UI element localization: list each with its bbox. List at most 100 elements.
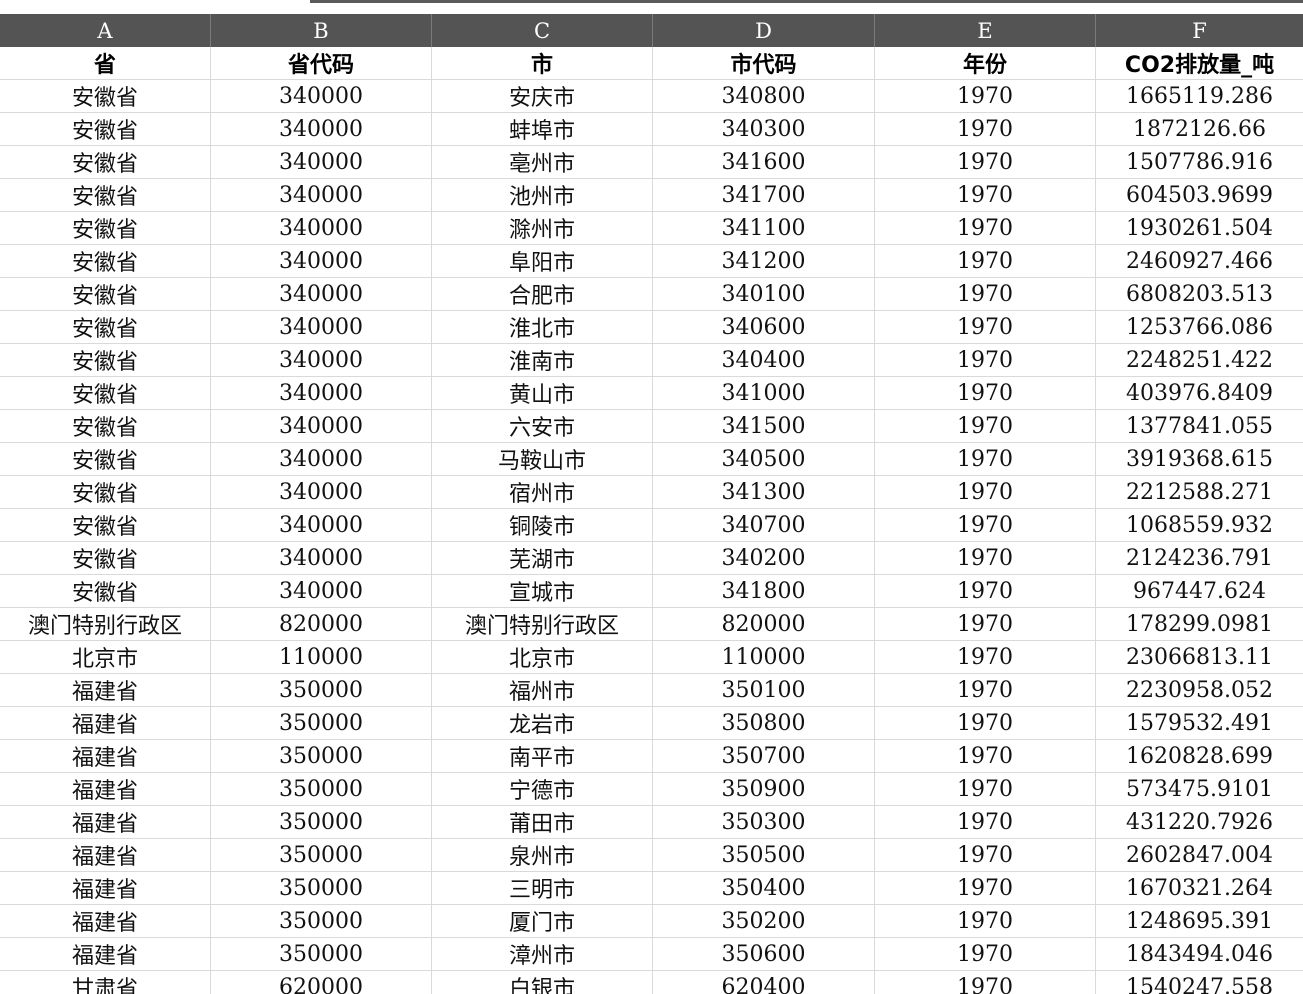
cell-year[interactable]: 1970 bbox=[875, 344, 1096, 376]
cell-city[interactable]: 宁德市 bbox=[432, 773, 653, 805]
cell-co2[interactable]: 2248251.422 bbox=[1096, 344, 1303, 376]
cell-year[interactable]: 1970 bbox=[875, 740, 1096, 772]
cell-city[interactable]: 白银市 bbox=[432, 971, 653, 994]
cell-province[interactable]: 甘肃省 bbox=[0, 971, 211, 994]
cell-city-code[interactable]: 350100 bbox=[653, 674, 875, 706]
cell-province-code[interactable]: 340000 bbox=[211, 509, 432, 541]
cell-year[interactable]: 1970 bbox=[875, 707, 1096, 739]
cell-city[interactable]: 滁州市 bbox=[432, 212, 653, 244]
cell-province-code[interactable]: 350000 bbox=[211, 674, 432, 706]
cell-year[interactable]: 1970 bbox=[875, 641, 1096, 673]
cell-year[interactable]: 1970 bbox=[875, 212, 1096, 244]
cell-city[interactable]: 宣城市 bbox=[432, 575, 653, 607]
cell-city[interactable]: 南平市 bbox=[432, 740, 653, 772]
cell-city-code[interactable]: 341800 bbox=[653, 575, 875, 607]
cell-city-code[interactable]: 820000 bbox=[653, 608, 875, 640]
cell-year[interactable]: 1970 bbox=[875, 839, 1096, 871]
cell-city[interactable]: 福州市 bbox=[432, 674, 653, 706]
cell-co2[interactable]: 403976.8409 bbox=[1096, 377, 1303, 409]
cell-co2[interactable]: 178299.0981 bbox=[1096, 608, 1303, 640]
cell-province[interactable]: 福建省 bbox=[0, 773, 211, 805]
cell-province[interactable]: 福建省 bbox=[0, 707, 211, 739]
cell-province[interactable]: 福建省 bbox=[0, 938, 211, 970]
cell-co2[interactable]: 3919368.615 bbox=[1096, 443, 1303, 475]
cell-co2[interactable]: 1665119.286 bbox=[1096, 80, 1303, 112]
cell-city[interactable]: 三明市 bbox=[432, 872, 653, 904]
cell-city-code[interactable]: 340300 bbox=[653, 113, 875, 145]
cell-city-code[interactable]: 350400 bbox=[653, 872, 875, 904]
cell-province[interactable]: 安徽省 bbox=[0, 113, 211, 145]
cell-province-code[interactable]: 350000 bbox=[211, 839, 432, 871]
cell-province-code[interactable]: 620000 bbox=[211, 971, 432, 994]
cell-province-code[interactable]: 340000 bbox=[211, 443, 432, 475]
cell-co2[interactable]: 1872126.66 bbox=[1096, 113, 1303, 145]
cell-province[interactable]: 安徽省 bbox=[0, 278, 211, 310]
cell-year[interactable]: 1970 bbox=[875, 113, 1096, 145]
cell-province[interactable]: 福建省 bbox=[0, 674, 211, 706]
cell-province-code[interactable]: 350000 bbox=[211, 740, 432, 772]
cell-co2[interactable]: 6808203.513 bbox=[1096, 278, 1303, 310]
cell-city[interactable]: 厦门市 bbox=[432, 905, 653, 937]
cell-province-code[interactable]: 340000 bbox=[211, 344, 432, 376]
cell-city[interactable]: 池州市 bbox=[432, 179, 653, 211]
cell-province-code[interactable]: 350000 bbox=[211, 773, 432, 805]
cell-city-code[interactable]: 341100 bbox=[653, 212, 875, 244]
cell-year[interactable]: 1970 bbox=[875, 476, 1096, 508]
cell-province[interactable]: 安徽省 bbox=[0, 476, 211, 508]
cell-co2[interactable]: 573475.9101 bbox=[1096, 773, 1303, 805]
cell-province[interactable]: 安徽省 bbox=[0, 146, 211, 178]
cell-city[interactable]: 淮北市 bbox=[432, 311, 653, 343]
cell-co2[interactable]: 2602847.004 bbox=[1096, 839, 1303, 871]
cell-co2[interactable]: 431220.7926 bbox=[1096, 806, 1303, 838]
cell-co2[interactable]: 1507786.916 bbox=[1096, 146, 1303, 178]
cell-city-code[interactable]: 340700 bbox=[653, 509, 875, 541]
header-cell-year[interactable]: 年份 bbox=[875, 47, 1096, 79]
cell-year[interactable]: 1970 bbox=[875, 179, 1096, 211]
cell-city-code[interactable]: 340800 bbox=[653, 80, 875, 112]
cell-city[interactable]: 北京市 bbox=[432, 641, 653, 673]
cell-province[interactable]: 安徽省 bbox=[0, 377, 211, 409]
cell-year[interactable]: 1970 bbox=[875, 509, 1096, 541]
cell-city-code[interactable]: 350200 bbox=[653, 905, 875, 937]
cell-year[interactable]: 1970 bbox=[875, 806, 1096, 838]
cell-year[interactable]: 1970 bbox=[875, 278, 1096, 310]
column-header-f[interactable]: F bbox=[1096, 14, 1303, 47]
cell-province-code[interactable]: 340000 bbox=[211, 311, 432, 343]
header-cell-province-code[interactable]: 省代码 bbox=[211, 47, 432, 79]
header-cell-co2[interactable]: CO2排放量_吨 bbox=[1096, 47, 1303, 79]
cell-city-code[interactable]: 350500 bbox=[653, 839, 875, 871]
column-header-b[interactable]: B bbox=[211, 14, 432, 47]
cell-city[interactable]: 铜陵市 bbox=[432, 509, 653, 541]
cell-co2[interactable]: 2230958.052 bbox=[1096, 674, 1303, 706]
column-header-c[interactable]: C bbox=[432, 14, 653, 47]
cell-province-code[interactable]: 340000 bbox=[211, 80, 432, 112]
cell-province-code[interactable]: 340000 bbox=[211, 245, 432, 277]
cell-co2[interactable]: 1579532.491 bbox=[1096, 707, 1303, 739]
cell-city-code[interactable]: 341700 bbox=[653, 179, 875, 211]
column-header-a[interactable]: A bbox=[0, 14, 211, 47]
cell-year[interactable]: 1970 bbox=[875, 905, 1096, 937]
cell-city-code[interactable]: 350700 bbox=[653, 740, 875, 772]
cell-year[interactable]: 1970 bbox=[875, 542, 1096, 574]
cell-co2[interactable]: 1068559.932 bbox=[1096, 509, 1303, 541]
cell-co2[interactable]: 2124236.791 bbox=[1096, 542, 1303, 574]
cell-city[interactable]: 亳州市 bbox=[432, 146, 653, 178]
cell-year[interactable]: 1970 bbox=[875, 575, 1096, 607]
cell-co2[interactable]: 1930261.504 bbox=[1096, 212, 1303, 244]
cell-province[interactable]: 福建省 bbox=[0, 839, 211, 871]
cell-city-code[interactable]: 341500 bbox=[653, 410, 875, 442]
cell-co2[interactable]: 2212588.271 bbox=[1096, 476, 1303, 508]
cell-province[interactable]: 安徽省 bbox=[0, 509, 211, 541]
cell-co2[interactable]: 23066813.11 bbox=[1096, 641, 1303, 673]
column-header-e[interactable]: E bbox=[875, 14, 1096, 47]
cell-province[interactable]: 安徽省 bbox=[0, 245, 211, 277]
cell-year[interactable]: 1970 bbox=[875, 245, 1096, 277]
cell-city[interactable]: 漳州市 bbox=[432, 938, 653, 970]
cell-city-code[interactable]: 620400 bbox=[653, 971, 875, 994]
cell-city-code[interactable]: 350800 bbox=[653, 707, 875, 739]
cell-city-code[interactable]: 350600 bbox=[653, 938, 875, 970]
cell-city-code[interactable]: 110000 bbox=[653, 641, 875, 673]
cell-province[interactable]: 福建省 bbox=[0, 872, 211, 904]
cell-city[interactable]: 莆田市 bbox=[432, 806, 653, 838]
cell-co2[interactable]: 1670321.264 bbox=[1096, 872, 1303, 904]
